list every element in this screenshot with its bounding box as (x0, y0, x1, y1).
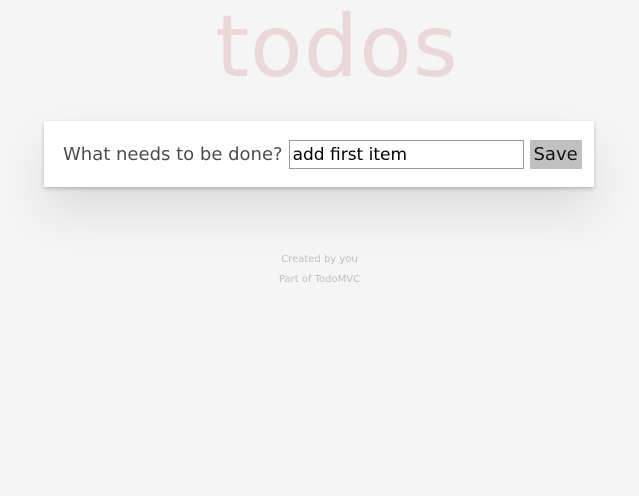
todo-app: todos What needs to be done? Save Create… (0, 0, 639, 496)
todo-card: What needs to be done? Save (44, 121, 594, 187)
part-of-text: Part of TodoMVC (278, 274, 361, 285)
created-by-text: Created by you (281, 254, 358, 265)
app-title: todos (215, 0, 459, 97)
save-button[interactable]: Save (529, 140, 582, 169)
info-footer: Created by you Part of TodoMVC (0, 250, 639, 290)
new-todo-input[interactable] (288, 140, 524, 169)
new-todo-form: What needs to be done? Save (63, 139, 582, 170)
new-todo-label: What needs to be done? (63, 144, 283, 165)
